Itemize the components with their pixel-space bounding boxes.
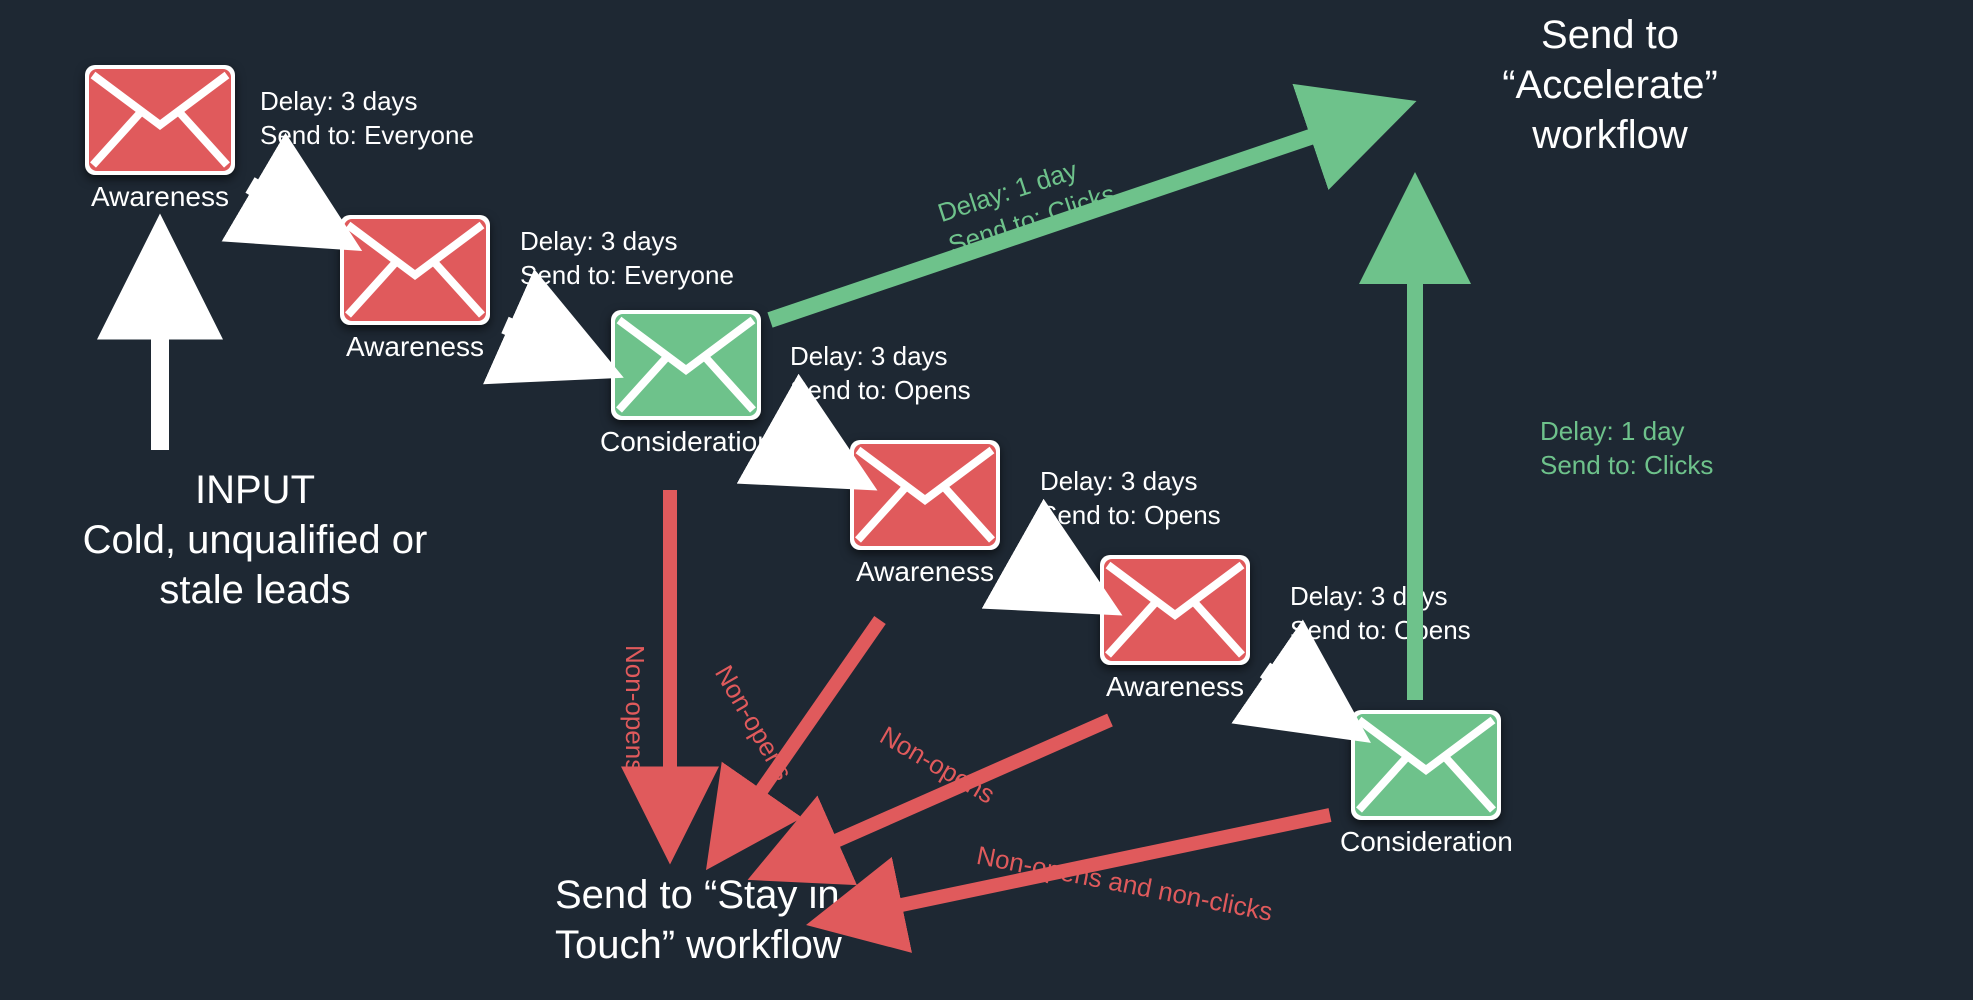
path-nonopens-3: Non-opens bbox=[875, 720, 1001, 810]
node-awareness-4: Awareness bbox=[1100, 555, 1250, 703]
node-label: Awareness bbox=[850, 556, 1000, 588]
accelerate-block: Send to “Accelerate” workflow bbox=[1400, 10, 1820, 160]
envelope-icon bbox=[340, 215, 490, 325]
node-awareness-2: Awareness bbox=[340, 215, 490, 363]
node-awareness-1: Awareness bbox=[85, 65, 235, 213]
node-consideration-2: Consideration bbox=[1340, 710, 1513, 858]
node-label: Awareness bbox=[340, 331, 490, 363]
envelope-icon bbox=[1351, 710, 1501, 820]
rule-click-2: Delay: 1 daySend to: Clicks bbox=[1540, 415, 1713, 483]
rule-5: Delay: 3 daysSend to: Opens bbox=[1290, 580, 1471, 648]
node-awareness-3: Awareness bbox=[850, 440, 1000, 588]
input-subtitle: Cold, unqualified or stale leads bbox=[40, 515, 470, 615]
rule-1: Delay: 3 daysSend to: Everyone bbox=[260, 85, 474, 153]
node-label: Awareness bbox=[85, 181, 235, 213]
rule-3: Delay: 3 daysSend to: Opens bbox=[790, 340, 971, 408]
node-label: Consideration bbox=[600, 426, 773, 458]
input-block: INPUT Cold, unqualified or stale leads bbox=[40, 465, 470, 615]
diagram-stage: INPUT Cold, unqualified or stale leads S… bbox=[0, 0, 1973, 1000]
path-nonopens-2: Non-opens bbox=[708, 660, 798, 786]
path-nonopens-clicks: Non-opens and non-clicks bbox=[974, 840, 1275, 928]
envelope-icon bbox=[85, 65, 235, 175]
node-label: Awareness bbox=[1100, 671, 1250, 703]
path-nonopens-1: Non-opens bbox=[619, 645, 650, 772]
envelope-icon bbox=[1100, 555, 1250, 665]
rule-click-1: Delay: 1 daySend to: Clicks bbox=[934, 145, 1120, 263]
envelope-icon bbox=[611, 310, 761, 420]
node-label: Consideration bbox=[1340, 826, 1513, 858]
input-title: INPUT bbox=[40, 465, 470, 515]
rule-4: Delay: 3 daysSend to: Opens bbox=[1040, 465, 1221, 533]
rule-2: Delay: 3 daysSend to: Everyone bbox=[520, 225, 734, 293]
stay-in-touch-block: Send to “Stay in Touch” workflow bbox=[555, 870, 955, 970]
node-consideration-1: Consideration bbox=[600, 310, 773, 458]
envelope-icon bbox=[850, 440, 1000, 550]
